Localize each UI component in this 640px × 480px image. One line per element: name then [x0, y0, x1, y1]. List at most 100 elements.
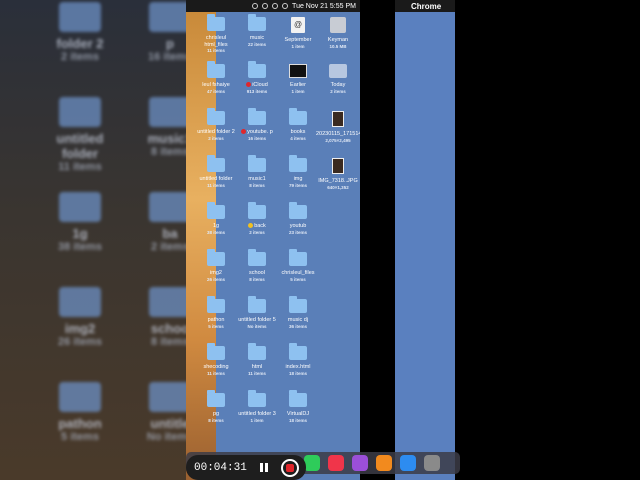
- item-name-text: music dj: [287, 317, 309, 323]
- item-name-text: Earlier: [290, 82, 306, 88]
- item-name-text: IMG_7318..JPG: [318, 178, 358, 184]
- desktop-item[interactable]: pathon 5 items: [194, 296, 238, 329]
- folder-icon: [248, 249, 266, 266]
- item-name-text: VirtualDJ: [286, 411, 310, 417]
- document-icon: @: [291, 17, 305, 33]
- desktop-item[interactable]: VirtualDJ 18 items: [276, 390, 320, 423]
- desktop-item[interactable]: school 8 items: [235, 249, 279, 282]
- ghost-name: 1g: [72, 226, 88, 241]
- desktop-item[interactable]: untitled folder 11 items: [194, 155, 238, 188]
- wifi-icon[interactable]: [252, 3, 259, 9]
- desktop-item[interactable]: back 2 items: [235, 202, 279, 235]
- ghost-count: 2 items: [151, 241, 186, 253]
- folder-icon: [59, 97, 101, 127]
- chrome-window: [395, 0, 455, 480]
- desktop-item[interactable]: chrisleul_files 5 items: [276, 249, 320, 282]
- color-tag-icon: [241, 129, 247, 135]
- music-icon[interactable]: [328, 455, 344, 471]
- desktop-item[interactable]: books 4 items: [276, 108, 320, 141]
- desktop-item[interactable]: @ September 1 item: [276, 17, 320, 49]
- folder-icon: [59, 287, 101, 317]
- control-center-icon[interactable]: [262, 3, 269, 9]
- item-count: 23 items: [288, 229, 307, 235]
- pause-button[interactable]: [257, 461, 271, 475]
- desktop-item[interactable]: html 11 items: [235, 343, 279, 376]
- desktop-item[interactable]: Earlier 1 item: [276, 64, 320, 94]
- item-name: chrisleul html_files: [194, 35, 238, 48]
- stop-recording-button[interactable]: [280, 458, 299, 477]
- desktop-item[interactable]: Keyman 10.5 MB: [316, 17, 360, 49]
- desktop-item[interactable]: index.html 18 items: [276, 343, 320, 376]
- item-count: 2 items: [249, 229, 265, 235]
- folder-icon: [59, 192, 101, 222]
- desktop-item[interactable]: 20230115_171514.jpg2,075×2,495: [316, 111, 360, 143]
- item-name-text: img: [293, 176, 303, 182]
- app-store-icon[interactable]: [400, 455, 416, 471]
- podcasts-icon[interactable]: [352, 455, 368, 471]
- desktop-item[interactable]: untitled folder 22 items: [194, 108, 238, 141]
- folder-icon: [207, 14, 225, 31]
- item-count: 5 items: [290, 276, 306, 282]
- folder-icon: [248, 61, 266, 78]
- desktop-item[interactable]: shecoding 11 items: [194, 343, 238, 376]
- desktop-item[interactable]: img 79 items: [276, 155, 320, 188]
- item-name-text: html: [251, 364, 263, 370]
- background-ghost-item: 1g 38 items: [40, 192, 120, 253]
- desktop-item[interactable]: leul fshaiye 47 items: [194, 61, 238, 94]
- folder-icon: [59, 382, 101, 412]
- item-count: 2,075×2,495: [325, 137, 351, 143]
- folder-icon: [248, 390, 266, 407]
- folder-icon: [289, 108, 307, 125]
- item-count: 11 items: [207, 182, 225, 188]
- desktop-item[interactable]: music dj 36 items: [276, 296, 320, 329]
- item-name-text: 20230115_171514.jpg: [316, 131, 360, 137]
- chrome-app-name[interactable]: Chrome: [411, 2, 441, 11]
- desktop-item[interactable]: img2 26 items: [194, 249, 238, 282]
- battery-icon[interactable]: [272, 3, 279, 9]
- item-name: untitled folder 5: [235, 317, 279, 324]
- desktop-item[interactable]: untitled folder 5 No items: [235, 296, 279, 329]
- desktop-item[interactable]: music1 8 items: [235, 155, 279, 188]
- background-ghost-item: img2 26 items: [40, 287, 120, 348]
- item-name-text: books: [290, 129, 306, 135]
- folder-icon: [149, 2, 186, 32]
- item-name-text: youtub: [289, 223, 307, 229]
- siri-icon[interactable]: [282, 3, 289, 9]
- desktop-item[interactable]: Today 2 items: [316, 64, 360, 94]
- item-count: 8 items: [208, 417, 224, 423]
- folder-icon: [248, 108, 266, 125]
- item-count: 1 item: [250, 417, 264, 423]
- terminal-icon: [289, 64, 307, 78]
- folder-icon: [207, 249, 225, 266]
- folder-icon: [289, 390, 307, 407]
- ghost-name: music1: [147, 131, 186, 146]
- ghost-name: untitle: [150, 416, 187, 431]
- ghost-name: p: [166, 36, 174, 51]
- folder-icon: [149, 192, 186, 222]
- item-name-text: back: [254, 223, 266, 229]
- item-name: untitled folder 3: [235, 411, 279, 418]
- desktop-item[interactable]: youtube. p 16 items: [235, 108, 279, 141]
- background-ghost-item: music18 items: [140, 97, 186, 158]
- desktop-item[interactable]: music 22 items: [235, 14, 279, 47]
- desktop-item[interactable]: pg 8 items: [194, 390, 238, 423]
- ghost-name: pathon: [58, 416, 102, 431]
- item-name-text: music1: [248, 176, 266, 182]
- desktop-item[interactable]: youtub 23 items: [276, 202, 320, 235]
- item-count: 2 items: [208, 135, 224, 141]
- desktop-item[interactable]: untitled folder 31 item: [235, 390, 279, 423]
- facetime-icon[interactable]: [304, 455, 320, 471]
- menubar-datetime[interactable]: Tue Nov 21 5:55 PM: [292, 3, 356, 10]
- folder-icon: [289, 296, 307, 313]
- desktop-item[interactable]: iCloud 913 items: [235, 61, 279, 94]
- item-name-text: school: [249, 270, 265, 276]
- background-ghost-item: folder 22 items: [40, 2, 120, 63]
- system-settings-icon[interactable]: [424, 455, 440, 471]
- desktop-item[interactable]: IMG_7318..JPG 640×1,352: [316, 158, 360, 190]
- books-icon[interactable]: [376, 455, 392, 471]
- desktop-item[interactable]: chrisleul html_files 11 items: [194, 14, 238, 54]
- item-count: 1 item: [291, 88, 305, 94]
- item-name: untitled folder: [194, 176, 238, 183]
- ghost-count: 38 items: [57, 241, 103, 253]
- desktop-item[interactable]: 1g 38 items: [194, 202, 238, 235]
